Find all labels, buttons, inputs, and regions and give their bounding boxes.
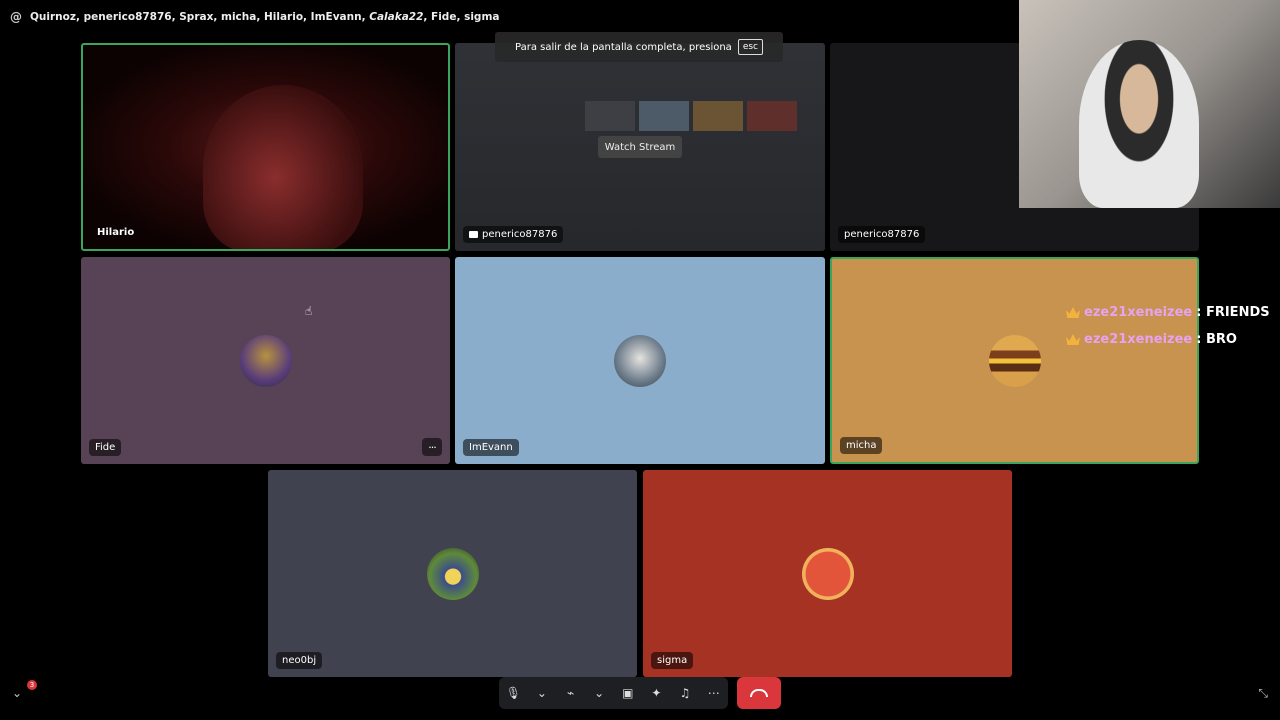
video-tile-imevann[interactable]: ImEvann bbox=[455, 257, 825, 464]
crown-icon bbox=[1066, 307, 1080, 318]
avatar bbox=[239, 334, 292, 387]
participant-name: sigma bbox=[651, 652, 694, 669]
hang-up-icon bbox=[750, 689, 768, 697]
participant-name: neo0bj bbox=[276, 652, 323, 669]
call-controls: 🎙 ⌄ ⌁ ⌄ ▣ ✦ ♫ ⋯ bbox=[499, 677, 728, 709]
chat-message: eze21xeneizee : FRIENDS bbox=[1066, 305, 1270, 320]
chevron-down-icon[interactable]: ⌄ bbox=[12, 686, 22, 700]
microphone-button[interactable]: 🎙 bbox=[500, 680, 526, 706]
avatar-pizza bbox=[801, 547, 854, 600]
avatar-burger bbox=[988, 334, 1041, 387]
soundboard-button[interactable]: ♫ bbox=[672, 680, 698, 706]
participant-name: micha bbox=[840, 437, 883, 454]
stream-preview-tiles bbox=[585, 101, 797, 131]
webcam-person bbox=[1079, 40, 1199, 208]
video-tile-hilario[interactable]: Hilario bbox=[81, 43, 450, 251]
screen-share-button[interactable]: ▣ bbox=[615, 680, 641, 706]
call-header: @ Quirnoz, penerico87876, Sprax, micha, … bbox=[10, 8, 499, 26]
more-options-button[interactable]: ··· bbox=[422, 438, 442, 456]
watch-stream-button[interactable]: Watch Stream bbox=[598, 136, 682, 158]
avatar bbox=[614, 334, 666, 387]
activities-button[interactable]: ✦ bbox=[643, 680, 669, 706]
esc-key: esc bbox=[737, 39, 763, 55]
screen-share-icon bbox=[469, 231, 478, 238]
participants-list: Quirnoz, penerico87876, Sprax, micha, Hi… bbox=[30, 11, 500, 23]
video-tile-fide[interactable]: Fide ··· bbox=[81, 257, 450, 464]
crown-icon bbox=[1066, 334, 1080, 345]
participant-name: ImEvann bbox=[463, 439, 519, 456]
video-tile-neo0bj[interactable]: neo0bj bbox=[268, 470, 637, 677]
stream-name-badge: penerico87876 bbox=[463, 226, 564, 243]
chevron-down-icon[interactable]: ⌄ bbox=[529, 680, 555, 706]
participant-name: penerico87876 bbox=[838, 226, 926, 243]
chevron-down-icon[interactable]: ⌄ bbox=[586, 680, 612, 706]
participant-name: Fide bbox=[89, 439, 122, 456]
camera-off-button[interactable]: ⌁ bbox=[558, 680, 584, 706]
disconnect-button[interactable] bbox=[737, 677, 781, 709]
video-feed bbox=[203, 85, 363, 249]
at-icon: @ bbox=[10, 10, 22, 24]
video-tile-micha[interactable]: micha bbox=[830, 257, 1199, 464]
notification-badge: 3 bbox=[27, 680, 37, 690]
mouse-cursor-icon: ☝ bbox=[305, 304, 313, 318]
fullscreen-exit-banner: Para salir de la pantalla completa, pres… bbox=[495, 32, 783, 62]
streamer-webcam bbox=[1019, 0, 1280, 208]
exit-fullscreen-icon[interactable]: ⤡ bbox=[1258, 686, 1268, 701]
avatar bbox=[426, 547, 479, 600]
video-tile-sigma[interactable]: sigma bbox=[643, 470, 1012, 677]
participant-name: Hilario bbox=[97, 227, 135, 238]
chat-message: eze21xeneizee : BRO bbox=[1066, 332, 1237, 347]
more-options-button[interactable]: ⋯ bbox=[701, 680, 727, 706]
